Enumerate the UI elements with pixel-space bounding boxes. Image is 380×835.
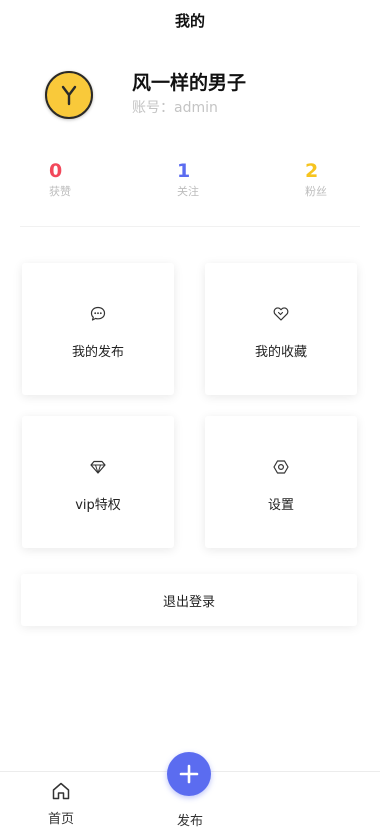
avatar-logo-icon [61, 85, 77, 106]
stat-likes-value: 0 [49, 160, 63, 182]
stats-bar: 0 获赞 1 关注 2 粉丝 [20, 160, 360, 227]
stat-followers-label: 粉丝 [305, 185, 327, 198]
tab-home-label: 首页 [47, 812, 74, 827]
settings-icon [273, 460, 289, 474]
my-favorites-card[interactable]: 我的收藏 [205, 263, 357, 395]
profile-section: 风一样的男子 账号：admin [45, 66, 365, 126]
tab-home[interactable]: 首页 [21, 772, 101, 827]
account-text: 账号：admin [132, 100, 218, 116]
my-favorites-label: 我的收藏 [254, 345, 307, 360]
logout-button[interactable]: 退出登录 [21, 574, 357, 626]
publish-button[interactable] [167, 752, 211, 796]
vip-privileges-card[interactable]: vip特权 [22, 416, 174, 548]
settings-label: 设置 [267, 498, 294, 513]
stat-likes-label: 获赞 [49, 185, 71, 198]
stat-following-value: 1 [177, 160, 191, 182]
tab-publish-label[interactable]: 发布 [150, 810, 230, 829]
chat-bubble-icon [90, 306, 106, 321]
stat-likes[interactable]: 0 获赞 [49, 160, 71, 199]
settings-card[interactable]: 设置 [205, 416, 357, 548]
username: 风一样的男子 [132, 72, 247, 94]
stat-followers-value: 2 [305, 160, 319, 182]
my-posts-card[interactable]: 我的发布 [22, 263, 174, 395]
stat-following-label: 关注 [177, 185, 199, 198]
plus-icon [179, 764, 199, 784]
stat-followers[interactable]: 2 粉丝 [305, 160, 327, 199]
heart-icon [273, 307, 289, 321]
my-posts-label: 我的发布 [71, 345, 124, 360]
avatar[interactable] [45, 71, 93, 119]
diamond-icon [90, 460, 106, 474]
page-title: 我的 [174, 12, 205, 30]
stat-following[interactable]: 1 关注 [177, 160, 199, 199]
home-icon [52, 782, 70, 800]
vip-privileges-label: vip特权 [75, 498, 121, 513]
